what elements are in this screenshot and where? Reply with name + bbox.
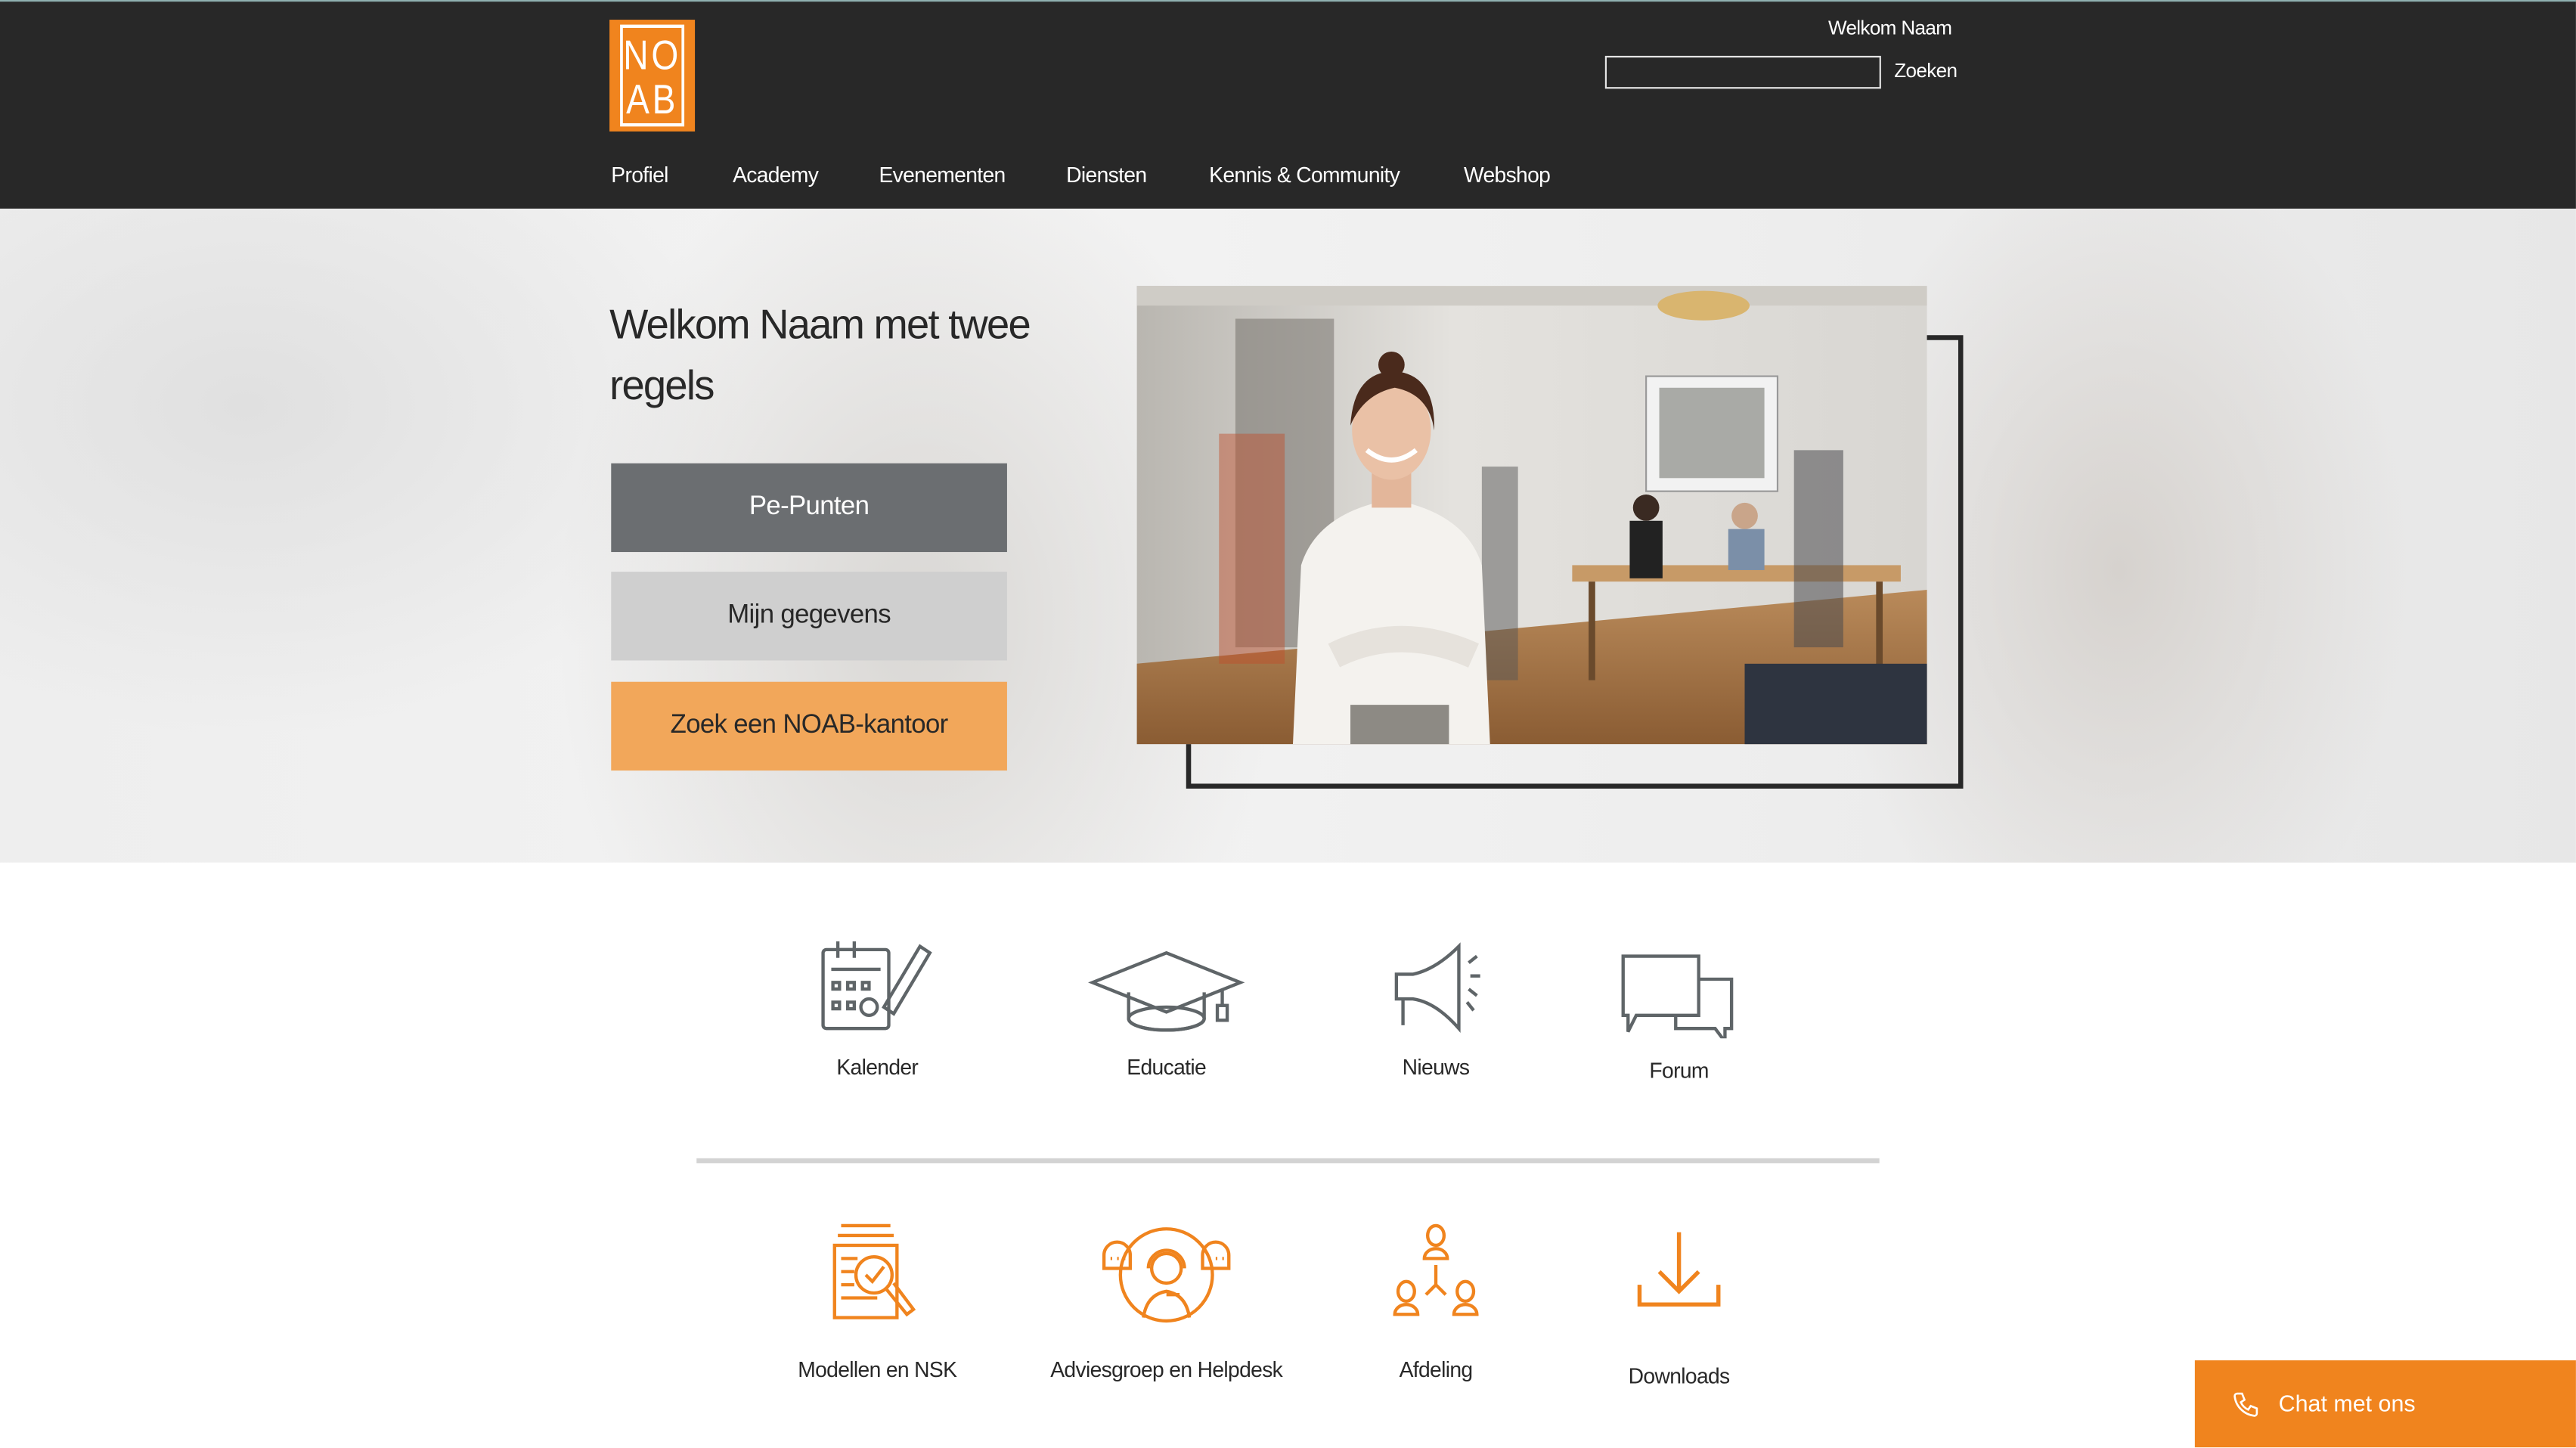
tile-label: Forum (1649, 1058, 1709, 1083)
tile-label: Adviesgroep en Helpdesk (1050, 1357, 1283, 1382)
chat-button[interactable]: Chat met ons (2194, 1360, 2576, 1448)
tile-forum[interactable]: Forum (1548, 936, 1811, 1083)
pe-punten-button[interactable]: Pe-Punten (611, 463, 1007, 553)
nav-evenementen[interactable]: Evenementen (879, 163, 1006, 188)
search-button[interactable]: Zoeken (1894, 59, 1958, 82)
tile-label: Downloads (1628, 1363, 1731, 1389)
tile-label: Nieuws (1402, 1054, 1470, 1080)
tile-label: Kalender (836, 1054, 919, 1080)
mijn-gegevens-button[interactable]: Mijn gegevens (611, 572, 1007, 661)
office-photo (1136, 286, 1927, 745)
tile-adviesgroep-helpdesk[interactable]: Adviesgroep en Helpdesk (1035, 1223, 1298, 1382)
welcome-user[interactable]: Welkom Naam (1828, 17, 1952, 39)
tile-label: Modellen en NSK (798, 1357, 957, 1382)
people-network-icon (1393, 1223, 1479, 1316)
download-icon (1637, 1232, 1721, 1307)
calendar-pencil-icon (821, 941, 932, 1031)
tile-modellen-nsk[interactable]: Modellen en NSK (746, 1223, 1009, 1382)
document-search-icon (832, 1223, 916, 1319)
logo-text-bottom: AB (626, 77, 679, 123)
search-input[interactable] (1604, 55, 1881, 89)
page-title: Welkom Naam met twee regels (609, 302, 1031, 410)
noab-logo[interactable]: NO AB (609, 20, 696, 132)
section-divider (696, 1158, 1880, 1164)
nav-academy[interactable]: Academy (733, 163, 819, 188)
phone-icon (2233, 1392, 2258, 1417)
tile-educatie[interactable]: Educatie (1035, 933, 1298, 1080)
tile-afdeling[interactable]: Afdeling (1304, 1223, 1567, 1382)
chat-bubbles-icon (1621, 954, 1734, 1039)
tile-label: Educatie (1127, 1054, 1207, 1080)
tile-kalender[interactable]: Kalender (746, 933, 1009, 1080)
logo-text-top: NO (623, 33, 681, 79)
tile-label: Afdeling (1399, 1357, 1474, 1382)
zoek-kantoor-button[interactable]: Zoek een NOAB-kantoor (611, 681, 1007, 771)
nav-diensten[interactable]: Diensten (1066, 163, 1147, 188)
megaphone-icon (1394, 942, 1480, 1033)
tile-downloads[interactable]: Downloads (1548, 1226, 1811, 1388)
headset-support-icon (1102, 1227, 1231, 1323)
header: NO AB Welkom Naam Zoeken Profiel Academy … (0, 0, 2576, 209)
tile-nieuws[interactable]: Nieuws (1304, 933, 1567, 1080)
nav-profiel[interactable]: Profiel (611, 163, 668, 188)
graduation-cap-icon (1088, 950, 1245, 1032)
nav-kennis-community[interactable]: Kennis & Community (1209, 163, 1400, 188)
nav-webshop[interactable]: Webshop (1464, 163, 1551, 188)
chat-label: Chat met ons (2278, 1390, 2416, 1416)
